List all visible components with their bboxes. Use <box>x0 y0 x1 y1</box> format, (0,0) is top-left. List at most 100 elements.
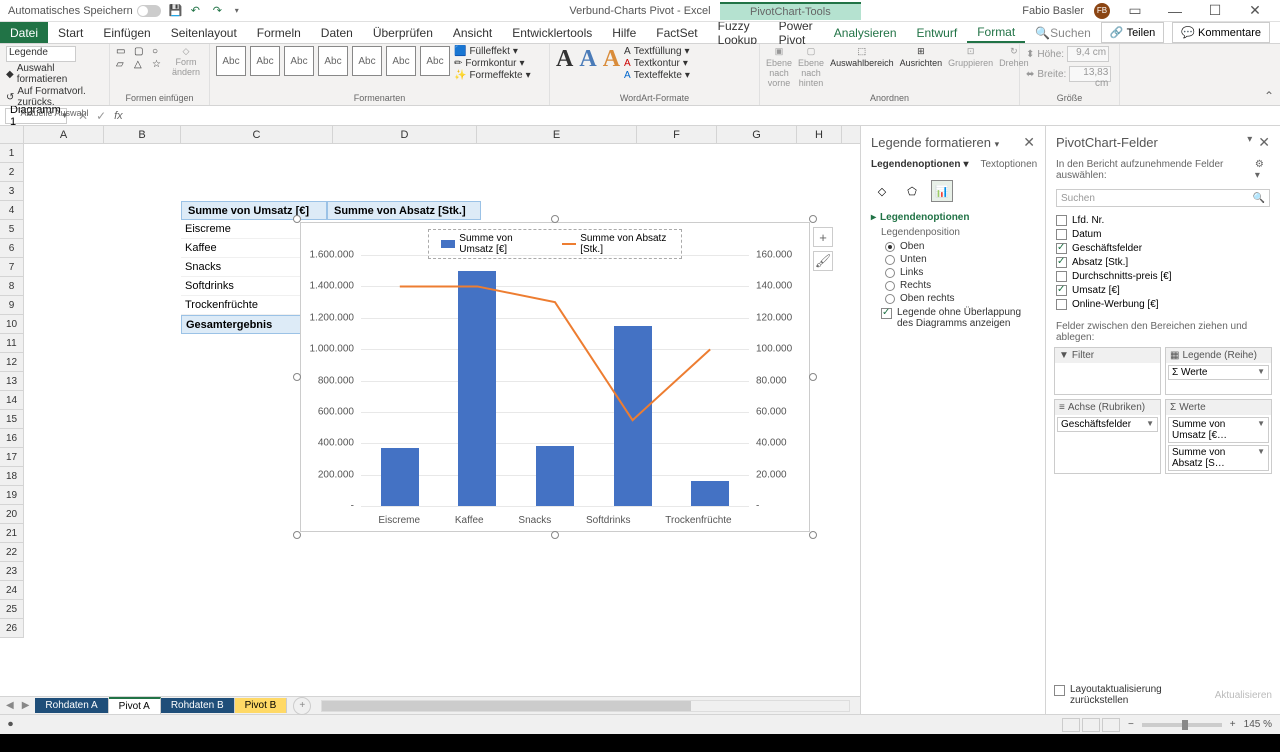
tab-formeln[interactable]: Formeln <box>247 22 311 43</box>
position-unten[interactable]: Unten <box>885 253 1035 266</box>
collapse-ribbon-icon[interactable]: ⌃ <box>1264 89 1274 103</box>
col-header[interactable]: B <box>104 126 181 143</box>
width-input[interactable]: ⬌ Breite: 13,83 cm <box>1026 66 1113 82</box>
row-header[interactable]: 8 <box>0 277 24 296</box>
values-area[interactable]: Σ Werte Summe von Umsatz [€…▼ Summe von … <box>1165 399 1272 474</box>
col-header[interactable]: G <box>717 126 797 143</box>
pane-close-icon[interactable]: ✕ <box>1023 134 1035 151</box>
maximize-icon[interactable]: ☐ <box>1200 1 1230 21</box>
text-effects-button[interactable]: A Texteffekte ▾ <box>624 70 690 81</box>
row-header[interactable]: 16 <box>0 429 24 448</box>
tab-fuzzy[interactable]: Fuzzy Lookup <box>708 22 769 43</box>
tab-nav-prev[interactable]: ◀ <box>6 700 14 711</box>
row-header[interactable]: 21 <box>0 524 24 543</box>
pivot-col-header[interactable]: Summe von Umsatz [€] <box>181 201 327 220</box>
col-header[interactable]: C <box>181 126 333 143</box>
height-input[interactable]: ⬍ Höhe: 9,4 cm <box>1026 46 1113 62</box>
field-checkbox[interactable]: Geschäftsfelder <box>1056 241 1270 255</box>
overlap-checkbox[interactable]: Legende ohne Überlappung des Diagramms a… <box>881 305 1035 331</box>
fill-line-icon[interactable]: ◇ <box>871 180 893 202</box>
zoom-out-icon[interactable]: − <box>1128 719 1134 730</box>
row-header[interactable]: 4 <box>0 201 24 220</box>
row-header[interactable]: 10 <box>0 315 24 334</box>
col-header[interactable]: D <box>333 126 477 143</box>
field-checkbox[interactable]: Datum <box>1056 227 1270 241</box>
x-axis[interactable]: EiscremeKaffeeSnacksSoftdrinksTrockenfrü… <box>361 515 749 526</box>
change-shape-button[interactable]: ◇Formändern <box>172 46 200 77</box>
user-name[interactable]: Fabio Basler <box>1022 5 1084 17</box>
record-macro-icon[interactable]: ⏺ <box>8 719 13 730</box>
tab-factset[interactable]: FactSet <box>646 22 707 43</box>
bring-forward-button[interactable]: ▣Ebene nach vorne <box>766 46 792 88</box>
add-sheet-button[interactable]: + <box>293 697 311 715</box>
col-header[interactable]: A <box>24 126 104 143</box>
tab-ansicht[interactable]: Ansicht <box>443 22 502 43</box>
selection-pane-button[interactable]: ⬚Auswahlbereich <box>830 46 894 68</box>
pivot-col-header[interactable]: Summe von Absatz [Stk.] <box>327 201 481 220</box>
tab-entwurf[interactable]: Entwurf <box>907 22 968 43</box>
tab-start[interactable]: Start <box>48 22 93 43</box>
row-header[interactable]: 2 <box>0 163 24 182</box>
sheet-tab[interactable]: Rohdaten B <box>161 698 235 713</box>
tab-powerpivot[interactable]: Power Pivot <box>769 22 824 43</box>
text-outline-button[interactable]: A Textkontur ▾ <box>624 58 690 69</box>
row-header[interactable]: 23 <box>0 562 24 581</box>
minimize-icon[interactable]: — <box>1160 1 1190 21</box>
comments-button[interactable]: 💬 Kommentare <box>1172 22 1270 43</box>
tab-seitenlayout[interactable]: Seitenlayout <box>161 22 247 43</box>
sheet-tab[interactable]: Rohdaten A <box>35 698 108 713</box>
row-header[interactable]: 20 <box>0 505 24 524</box>
row-header[interactable]: 26 <box>0 619 24 638</box>
position-oben[interactable]: Oben <box>885 240 1035 253</box>
shape-effects-button[interactable]: ✨ Formeffekte ▾ <box>454 70 531 81</box>
shape-style-gallery[interactable]: Abc Abc Abc Abc Abc Abc Abc <box>216 46 450 76</box>
ribbon-display-icon[interactable]: ▭ <box>1120 1 1150 21</box>
row-header[interactable]: 3 <box>0 182 24 201</box>
field-checkbox[interactable]: Lfd. Nr. <box>1056 213 1270 227</box>
toggle-switch[interactable] <box>137 5 161 17</box>
tab-entwicklertools[interactable]: Entwicklertools <box>502 22 602 43</box>
field-checkbox[interactable]: Online-Werbung [€] <box>1056 297 1270 311</box>
defer-layout-checkbox[interactable]: Layoutaktualisierung zurückstellen <box>1054 682 1215 708</box>
reset-style-button[interactable]: ↺ Auf Formatvorl. zurücks. <box>6 86 103 108</box>
section-header[interactable]: ▸ Legendenoptionen <box>871 212 1035 223</box>
col-header[interactable]: E <box>477 126 637 143</box>
sheet-tab[interactable]: Pivot B <box>235 698 288 713</box>
tab-ueberpruefen[interactable]: Überprüfen <box>363 22 443 43</box>
autosave-toggle[interactable]: Automatisches Speichern <box>8 5 161 17</box>
select-all-cell[interactable] <box>0 126 24 143</box>
row-header[interactable]: 14 <box>0 391 24 410</box>
tab-hilfe[interactable]: Hilfe <box>602 22 646 43</box>
chart-styles-button[interactable]: 🖌 <box>813 251 833 271</box>
text-fill-button[interactable]: A Textfüllung ▾ <box>624 46 690 57</box>
tab-analysieren[interactable]: Analysieren <box>824 22 907 43</box>
field-checkbox[interactable]: Absatz [Stk.] <box>1056 255 1270 269</box>
row-header[interactable]: 19 <box>0 486 24 505</box>
zoom-level[interactable]: 145 % <box>1244 719 1272 730</box>
redo-icon[interactable]: ↷ <box>213 4 227 18</box>
col-header[interactable]: H <box>797 126 842 143</box>
undo-icon[interactable]: ↶ <box>191 4 205 18</box>
qat-dropdown-icon[interactable]: ▾ <box>235 6 239 15</box>
align-button[interactable]: ⊞Ausrichten <box>900 46 943 68</box>
row-header[interactable]: 13 <box>0 372 24 391</box>
tab-nav-next[interactable]: ▶ <box>22 700 30 711</box>
close-icon[interactable]: ✕ <box>1240 1 1270 21</box>
fx-icon[interactable]: fx <box>114 110 129 122</box>
legend-options-icon[interactable]: 📊 <box>931 180 953 202</box>
position-rechts[interactable]: Rechts <box>885 279 1035 292</box>
wordart-gallery[interactable]: A A A <box>556 46 620 73</box>
row-header[interactable]: 22 <box>0 543 24 562</box>
share-button[interactable]: 🔗 Teilen <box>1101 22 1164 43</box>
col-header[interactable]: F <box>637 126 717 143</box>
zoom-slider[interactable] <box>1142 723 1222 727</box>
position-links[interactable]: Links <box>885 266 1035 279</box>
horizontal-scrollbar[interactable] <box>321 700 850 712</box>
pane-close-icon[interactable]: ✕ <box>1258 134 1270 151</box>
chart-plot-area[interactable] <box>361 255 749 506</box>
row-header[interactable]: 6 <box>0 239 24 258</box>
send-backward-button[interactable]: ▢Ebene nach hinten <box>798 46 824 88</box>
format-selection-button[interactable]: ◆ Auswahl formatieren <box>6 63 103 85</box>
row-header[interactable]: 12 <box>0 353 24 372</box>
row-header[interactable]: 5 <box>0 220 24 239</box>
